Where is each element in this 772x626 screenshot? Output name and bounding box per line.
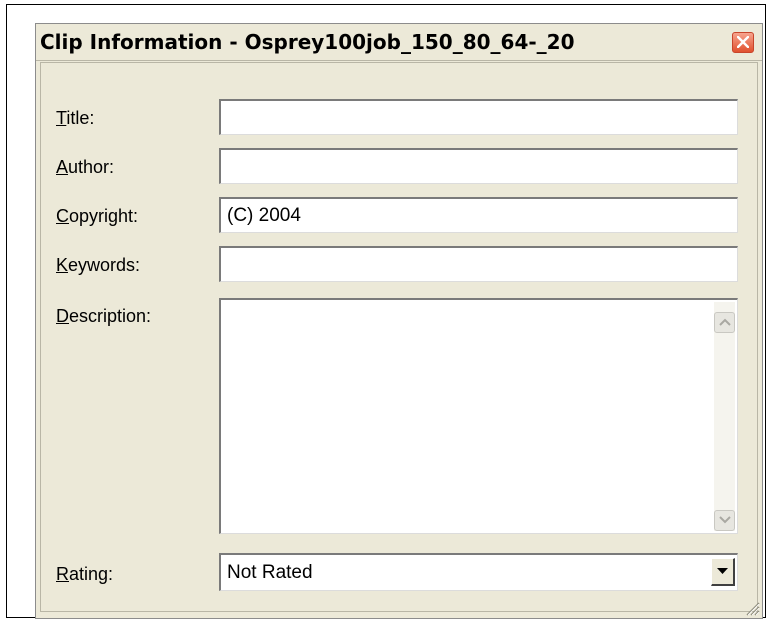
description-label: Description:	[56, 306, 152, 326]
screenshot-frame: Clip Information - Osprey100job_150_80_6…	[6, 4, 766, 619]
description-scrollbar[interactable]	[714, 302, 735, 531]
arrow-down-icon	[719, 516, 731, 524]
description-textarea[interactable]	[219, 298, 738, 534]
title-bar[interactable]: Clip Information - Osprey100job_150_80_6…	[36, 24, 762, 61]
copyright-label: Copyright:	[56, 206, 139, 226]
resize-grip-icon[interactable]	[744, 600, 760, 616]
scroll-up-button[interactable]	[714, 312, 735, 333]
scroll-down-button[interactable]	[714, 510, 735, 531]
copyright-field[interactable]: (C) 2004	[219, 197, 738, 233]
arrow-up-icon	[719, 318, 731, 326]
chevron-down-icon	[717, 568, 728, 574]
close-button[interactable]	[732, 32, 754, 53]
title-field[interactable]	[219, 99, 738, 135]
rating-selected-value: Not Rated	[227, 562, 313, 583]
dialog-title: Clip Information - Osprey100job_150_80_6…	[40, 30, 575, 54]
rating-dropdown-button[interactable]	[711, 558, 735, 586]
rating-select[interactable]: Not Rated	[219, 553, 738, 591]
keywords-field[interactable]	[219, 246, 738, 282]
title-label: Title:	[56, 108, 95, 128]
clip-information-dialog: Clip Information - Osprey100job_150_80_6…	[35, 23, 763, 619]
author-field[interactable]	[219, 148, 738, 184]
close-icon	[737, 36, 749, 48]
author-label: Author:	[56, 157, 115, 177]
rating-label: Rating:	[56, 564, 114, 584]
keywords-label: Keywords:	[56, 255, 141, 275]
